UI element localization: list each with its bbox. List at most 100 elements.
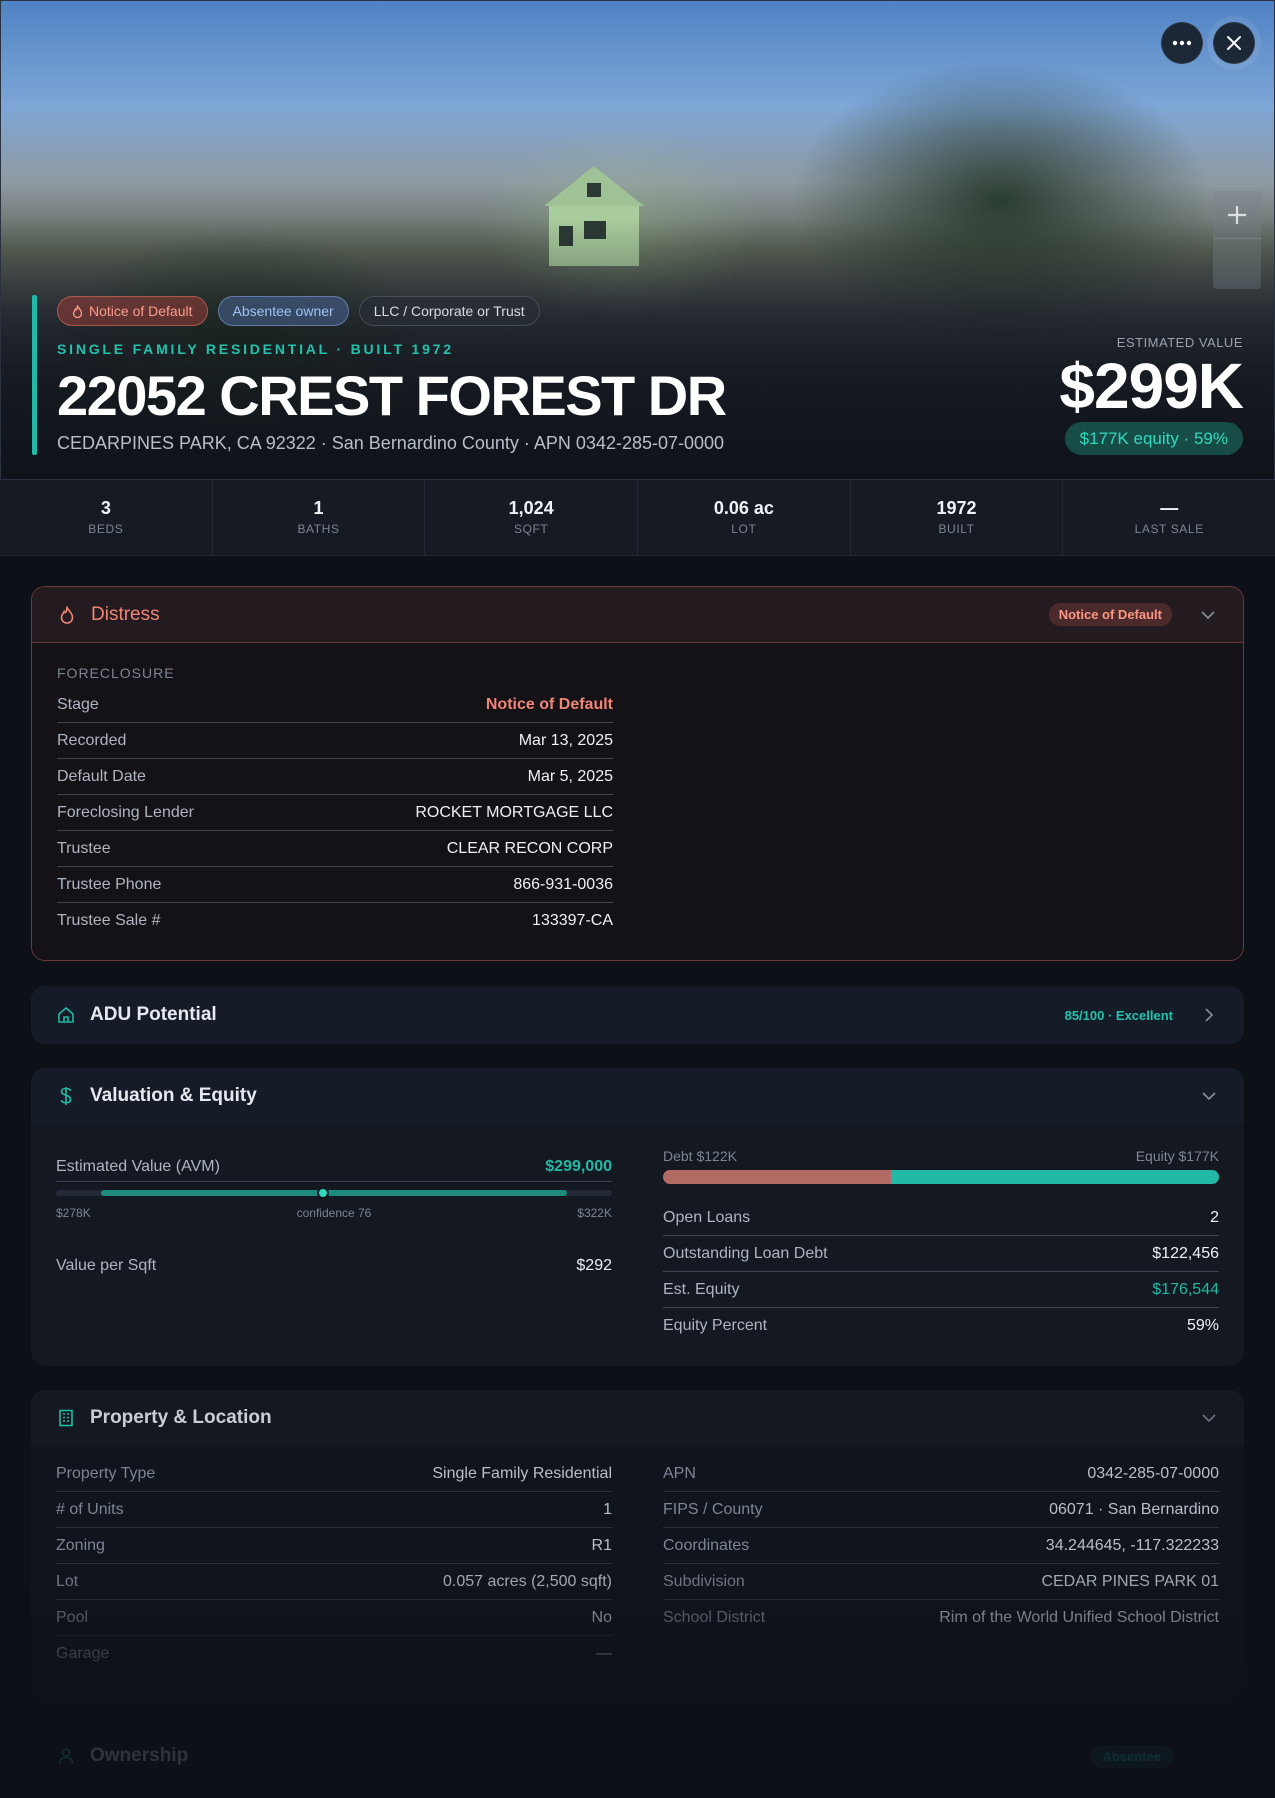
dollar-icon bbox=[56, 1086, 76, 1106]
chevron-down-icon[interactable] bbox=[1199, 1092, 1219, 1100]
more-button[interactable] bbox=[1161, 22, 1203, 64]
stat-last-sale: — LAST SALE bbox=[1063, 480, 1275, 555]
detail-row: Foreclosing Lender ROCKET MORTGAGE LLC bbox=[57, 795, 613, 831]
close-icon bbox=[1227, 36, 1241, 50]
detail-value: ROCKET MORTGAGE LLC bbox=[415, 803, 613, 821]
stat-label: LAST SALE bbox=[1134, 522, 1204, 536]
confidence-label: confidence 76 bbox=[296, 1206, 372, 1220]
property-stats: 3 BEDS 1 BATHS 1,024 SQFT 0.06 ac LOT 19… bbox=[0, 480, 1275, 556]
stat-baths: 1 BATHS bbox=[213, 480, 426, 555]
detail-row: Trustee CLEAR RECON CORP bbox=[57, 831, 613, 867]
detail-key: Equity Percent bbox=[663, 1317, 768, 1334]
avm-row: Estimated Value (AVM) $299,000 bbox=[56, 1152, 612, 1182]
debt-segment bbox=[663, 1170, 891, 1184]
detail-key: Garage bbox=[56, 1645, 110, 1662]
property-subtitle: SINGLE FAMILY RESIDENTIAL · BUILT 1972 bbox=[57, 341, 454, 357]
detail-value: $176,544 bbox=[1152, 1280, 1219, 1298]
detail-value: 06071 · San Bernardino bbox=[1049, 1500, 1219, 1518]
detail-value: 0342-285-07-0000 bbox=[1087, 1464, 1219, 1482]
detail-key: APN bbox=[663, 1464, 696, 1482]
adu-score-badge: 85/100 · Excellent bbox=[1064, 1007, 1173, 1023]
detail-value: $292 bbox=[576, 1257, 612, 1274]
detail-key: Trustee Phone bbox=[57, 875, 162, 893]
distress-header[interactable]: Distress Notice of Default bbox=[32, 587, 1243, 643]
stat-value: 3 bbox=[100, 498, 111, 518]
property-header[interactable]: Property & Location bbox=[31, 1390, 1244, 1446]
detail-value: 1 bbox=[603, 1500, 612, 1518]
detail-key: Recorded bbox=[57, 731, 127, 749]
building-icon bbox=[56, 1408, 76, 1428]
detail-row: APN 0342-285-07-0000 bbox=[663, 1456, 1219, 1492]
estimated-value-label: ESTIMATED VALUE bbox=[1116, 335, 1243, 350]
property-location-card: Property & Location Property Type Single … bbox=[31, 1390, 1244, 1700]
foreclosure-section-label: FORECLOSURE bbox=[57, 665, 175, 681]
chevron-down-icon[interactable] bbox=[1199, 1414, 1219, 1422]
valuation-equity-card: Valuation & Equity Estimated Value (AVM)… bbox=[31, 1068, 1244, 1366]
detail-key: Foreclosing Lender bbox=[57, 803, 194, 821]
ownership-card[interactable]: Ownership Absentee bbox=[31, 1726, 1244, 1786]
chevron-right-icon[interactable] bbox=[1199, 1008, 1219, 1022]
detail-row: Value per Sqft $292 bbox=[56, 1248, 612, 1284]
detail-row: Est. Equity $176,544 bbox=[663, 1272, 1219, 1308]
detail-row: Recorded Mar 13, 2025 bbox=[57, 723, 613, 759]
range-high-label: $322K bbox=[577, 1206, 612, 1220]
detail-key: Lot bbox=[56, 1572, 79, 1590]
detail-value: $122,456 bbox=[1152, 1244, 1219, 1262]
chip-absentee-owner[interactable]: Absentee owner bbox=[217, 296, 349, 326]
distress-title: Distress bbox=[91, 603, 160, 625]
property-details-right: APN 0342-285-07-0000 FIPS / County 06071 ·… bbox=[663, 1456, 1219, 1636]
stat-beds: 3 BEDS bbox=[0, 480, 213, 555]
zoom-in-button[interactable] bbox=[1213, 191, 1261, 239]
detail-row: Zoning R1 bbox=[56, 1528, 612, 1564]
detail-value: Mar 13, 2025 bbox=[518, 731, 613, 749]
debt-equity-labels: Debt $122K Equity $177K bbox=[663, 1148, 1219, 1164]
detail-value: 34.244645, -117.322233 bbox=[1045, 1536, 1219, 1554]
detail-row: Outstanding Loan Debt $122,456 bbox=[663, 1236, 1219, 1272]
stat-label: BUILT bbox=[938, 522, 975, 536]
detail-row: Open Loans 2 bbox=[663, 1200, 1219, 1236]
detail-row: Default Date Mar 5, 2025 bbox=[57, 759, 613, 795]
avm-range-marker bbox=[317, 1187, 330, 1199]
chip-label: Notice of Default bbox=[89, 303, 193, 319]
ownership-title: Ownership bbox=[90, 1745, 189, 1766]
distress-badge: Notice of Default bbox=[1048, 603, 1172, 626]
chip-notice-of-default[interactable]: Notice of Default bbox=[57, 296, 208, 326]
detail-row: # of Units 1 bbox=[56, 1492, 612, 1528]
detail-value: No bbox=[591, 1608, 612, 1626]
tag-chips: Notice of Default Absentee owner LLC / C… bbox=[57, 296, 540, 326]
stat-label: LOT bbox=[731, 522, 757, 536]
ownership-badge: Absentee bbox=[1090, 1744, 1173, 1768]
adu-header[interactable]: ADU Potential 85/100 · Excellent bbox=[31, 986, 1244, 1044]
equity-segment bbox=[890, 1170, 1219, 1184]
detail-value: — bbox=[596, 1645, 612, 1662]
adu-potential-card[interactable]: ADU Potential 85/100 · Excellent bbox=[31, 986, 1244, 1044]
close-button[interactable] bbox=[1207, 16, 1261, 70]
home-icon bbox=[56, 1005, 76, 1025]
detail-key: Outstanding Loan Debt bbox=[663, 1244, 828, 1262]
detail-key: Value per Sqft bbox=[56, 1257, 157, 1274]
property-details-left: Property Type Single Family Residential #… bbox=[56, 1456, 612, 1672]
property-address-line: CEDARPINES PARK, CA 92322 · San Bernardi… bbox=[57, 433, 725, 453]
chip-llc-corporate[interactable]: LLC / Corporate or Trust bbox=[358, 296, 540, 326]
foreclosure-details: Stage Notice of Default Recorded Mar 13, 2… bbox=[57, 687, 613, 939]
chevron-down-icon[interactable] bbox=[1198, 610, 1218, 619]
property-title: Property & Location bbox=[90, 1407, 272, 1428]
stat-label: SQFT bbox=[513, 522, 549, 536]
avm-range-fill bbox=[101, 1190, 567, 1196]
detail-row: Subdivision CEDAR PINES PARK 01 bbox=[663, 1564, 1219, 1600]
stat-label: BATHS bbox=[297, 522, 340, 536]
adu-title: ADU Potential bbox=[90, 1004, 217, 1025]
estimated-value: $299K bbox=[1059, 350, 1244, 422]
hero-photo: Notice of Default Absentee owner LLC / C… bbox=[0, 0, 1275, 480]
stat-value: 1972 bbox=[936, 498, 977, 518]
detail-key: Zoning bbox=[56, 1536, 105, 1554]
detail-value: CLEAR RECON CORP bbox=[446, 839, 613, 857]
detail-value: R1 bbox=[591, 1536, 612, 1554]
detail-value: CEDAR PINES PARK 01 bbox=[1041, 1572, 1219, 1590]
stat-value: — bbox=[1160, 498, 1179, 518]
plus-icon bbox=[1228, 205, 1246, 224]
detail-key: Pool bbox=[56, 1608, 89, 1626]
avm-value: $299,000 bbox=[545, 1157, 612, 1175]
valuation-header[interactable]: Valuation & Equity bbox=[31, 1068, 1244, 1124]
stat-value: 1,024 bbox=[508, 498, 554, 518]
